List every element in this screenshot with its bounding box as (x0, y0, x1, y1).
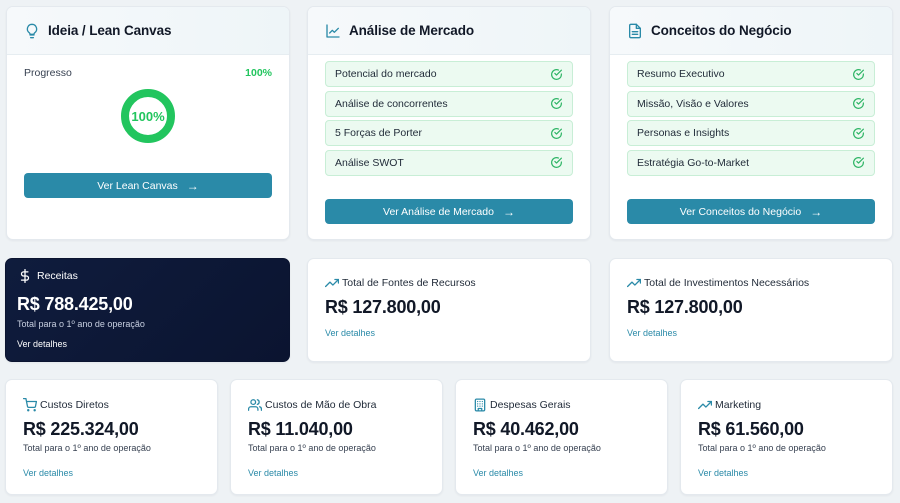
dollar-icon (18, 269, 32, 283)
view-market-analysis-button[interactable]: Ver Análise de Mercado → (325, 199, 573, 224)
checklist-item[interactable]: Análise SWOT (325, 149, 573, 176)
investments-card[interactable]: Total de Investimentos Necessários R$ 12… (609, 258, 893, 362)
funding-sources-title: Total de Fontes de Recursos (342, 277, 476, 289)
investments-title: Total de Investimentos Necessários (644, 277, 810, 289)
checklist-item-label: Missão, Visão e Valores (637, 97, 749, 110)
labor-costs-title: Custos de Mão de Obra (265, 399, 377, 411)
view-business-concepts-button[interactable]: Ver Conceitos do Negócio → (627, 199, 875, 224)
checklist-item[interactable]: Resumo Executivo (627, 61, 875, 87)
general-expenses-details-link[interactable]: Ver detalhes (473, 468, 523, 478)
checklist-item[interactable]: Estratégia Go-to-Market (627, 149, 875, 176)
general-expenses-title: Despesas Gerais (490, 399, 571, 411)
checklist-item-label: Resumo Executivo (637, 68, 725, 80)
progress-row: Progresso 100% (24, 67, 272, 79)
market-analysis-title: Análise de Mercado (349, 23, 474, 38)
checklist-item[interactable]: Análise de concorrentes (325, 90, 573, 117)
checklist-item-label: Análise de concorrentes (335, 97, 448, 110)
check-circle-icon (852, 68, 865, 81)
lean-canvas-card: Ideia / Lean Canvas Progresso 100% 100% … (6, 6, 290, 240)
check-circle-icon (852, 127, 865, 140)
check-circle-icon (550, 97, 563, 110)
direct-costs-title: Custos Diretos (40, 399, 109, 411)
building-icon (473, 398, 487, 412)
revenue-card[interactable]: Receitas R$ 788.425,00 Total para o 1º a… (5, 258, 290, 362)
business-concepts-card: Conceitos do Negócio Resumo Executivo Mi… (609, 6, 893, 240)
checklist-item-label: Potencial do mercado (335, 68, 437, 80)
progress-ring-text: 100% (131, 108, 165, 124)
general-expenses-card[interactable]: Despesas Gerais R$ 40.462,00 Total para … (455, 379, 668, 495)
direct-costs-subtitle: Total para o 1º ano de operação (23, 443, 151, 453)
lean-canvas-header: Ideia / Lean Canvas (7, 7, 289, 55)
checklist-item[interactable]: 5 Forças de Porter (325, 120, 573, 146)
checklist-item-label: 5 Forças de Porter (335, 127, 422, 139)
general-expenses-value: R$ 40.462,00 (473, 419, 579, 439)
revenue-details-link[interactable]: Ver detalhes (17, 339, 67, 349)
direct-costs-card[interactable]: Custos Diretos R$ 225.324,00 Total para … (5, 379, 218, 495)
progress-ring: 100% (120, 88, 176, 144)
market-analysis-card: Análise de Mercado Potencial do mercado … (307, 6, 591, 240)
checklist-item[interactable]: Potencial do mercado (325, 61, 573, 87)
marketing-card[interactable]: Marketing R$ 61.560,00 Total para o 1º a… (680, 379, 893, 495)
lightbulb-icon (24, 23, 40, 39)
progress-value: 100% (245, 67, 272, 79)
funding-sources-card[interactable]: Total de Fontes de Recursos R$ 127.800,0… (307, 258, 591, 362)
marketing-details-link[interactable]: Ver detalhes (698, 468, 748, 478)
labor-costs-card[interactable]: Custos de Mão de Obra R$ 11.040,00 Total… (230, 379, 443, 495)
trending-up-icon (325, 276, 339, 290)
direct-costs-details-link[interactable]: Ver detalhes (23, 468, 73, 478)
general-expenses-subtitle: Total para o 1º ano de operação (473, 443, 601, 453)
funding-sources-details-link[interactable]: Ver detalhes (325, 328, 375, 338)
marketing-value: R$ 61.560,00 (698, 419, 804, 439)
funding-sources-value: R$ 127.800,00 (325, 297, 441, 317)
users-icon (248, 398, 262, 412)
checklist-item-label: Estratégia Go-to-Market (637, 156, 750, 169)
check-circle-icon (550, 127, 563, 140)
view-market-analysis-label: Ver Análise de Mercado (383, 205, 494, 218)
check-circle-icon (550, 68, 563, 81)
revenue-title: Receitas (37, 270, 78, 282)
market-checklist: Potencial do mercado Análise de concorre… (325, 61, 573, 179)
labor-costs-value: R$ 11.040,00 (248, 419, 353, 439)
checklist-item-label: Análise SWOT (335, 156, 404, 169)
investments-details-link[interactable]: Ver detalhes (627, 328, 677, 338)
business-concepts-header: Conceitos do Negócio (610, 7, 892, 55)
arrow-right-icon: → (502, 204, 515, 219)
check-circle-icon (550, 156, 563, 169)
checklist-item-label: Personas e Insights (637, 127, 730, 139)
progress-label: Progresso (24, 67, 72, 79)
direct-costs-value: R$ 225.324,00 (23, 419, 139, 439)
investments-value: R$ 127.800,00 (627, 297, 743, 317)
revenue-value: R$ 788.425,00 (17, 294, 133, 314)
view-business-concepts-label: Ver Conceitos do Negócio (679, 205, 802, 218)
market-analysis-header: Análise de Mercado (308, 7, 590, 55)
line-chart-icon (325, 23, 341, 39)
document-icon (627, 23, 643, 39)
labor-costs-details-link[interactable]: Ver detalhes (248, 468, 298, 478)
marketing-title: Marketing (715, 399, 762, 411)
lean-canvas-title: Ideia / Lean Canvas (48, 23, 172, 38)
check-circle-icon (852, 97, 865, 110)
view-lean-canvas-button[interactable]: Ver Lean Canvas → (24, 173, 272, 198)
revenue-subtitle: Total para o 1º ano de operação (17, 319, 145, 329)
business-concepts-title: Conceitos do Negócio (651, 23, 792, 38)
arrow-right-icon: → (810, 204, 823, 219)
checklist-item[interactable]: Personas e Insights (627, 120, 875, 146)
view-lean-canvas-label: Ver Lean Canvas (97, 179, 178, 192)
checklist-item[interactable]: Missão, Visão e Valores (627, 90, 875, 117)
check-circle-icon (852, 156, 865, 169)
cart-icon (23, 398, 37, 412)
arrow-right-icon: → (186, 178, 199, 193)
trending-up-icon (627, 276, 641, 290)
labor-costs-subtitle: Total para o 1º ano de operação (248, 443, 376, 453)
business-checklist: Resumo Executivo Missão, Visão e Valores… (627, 61, 875, 179)
marketing-subtitle: Total para o 1º ano de operação (698, 443, 826, 453)
trending-up-icon (698, 398, 712, 412)
